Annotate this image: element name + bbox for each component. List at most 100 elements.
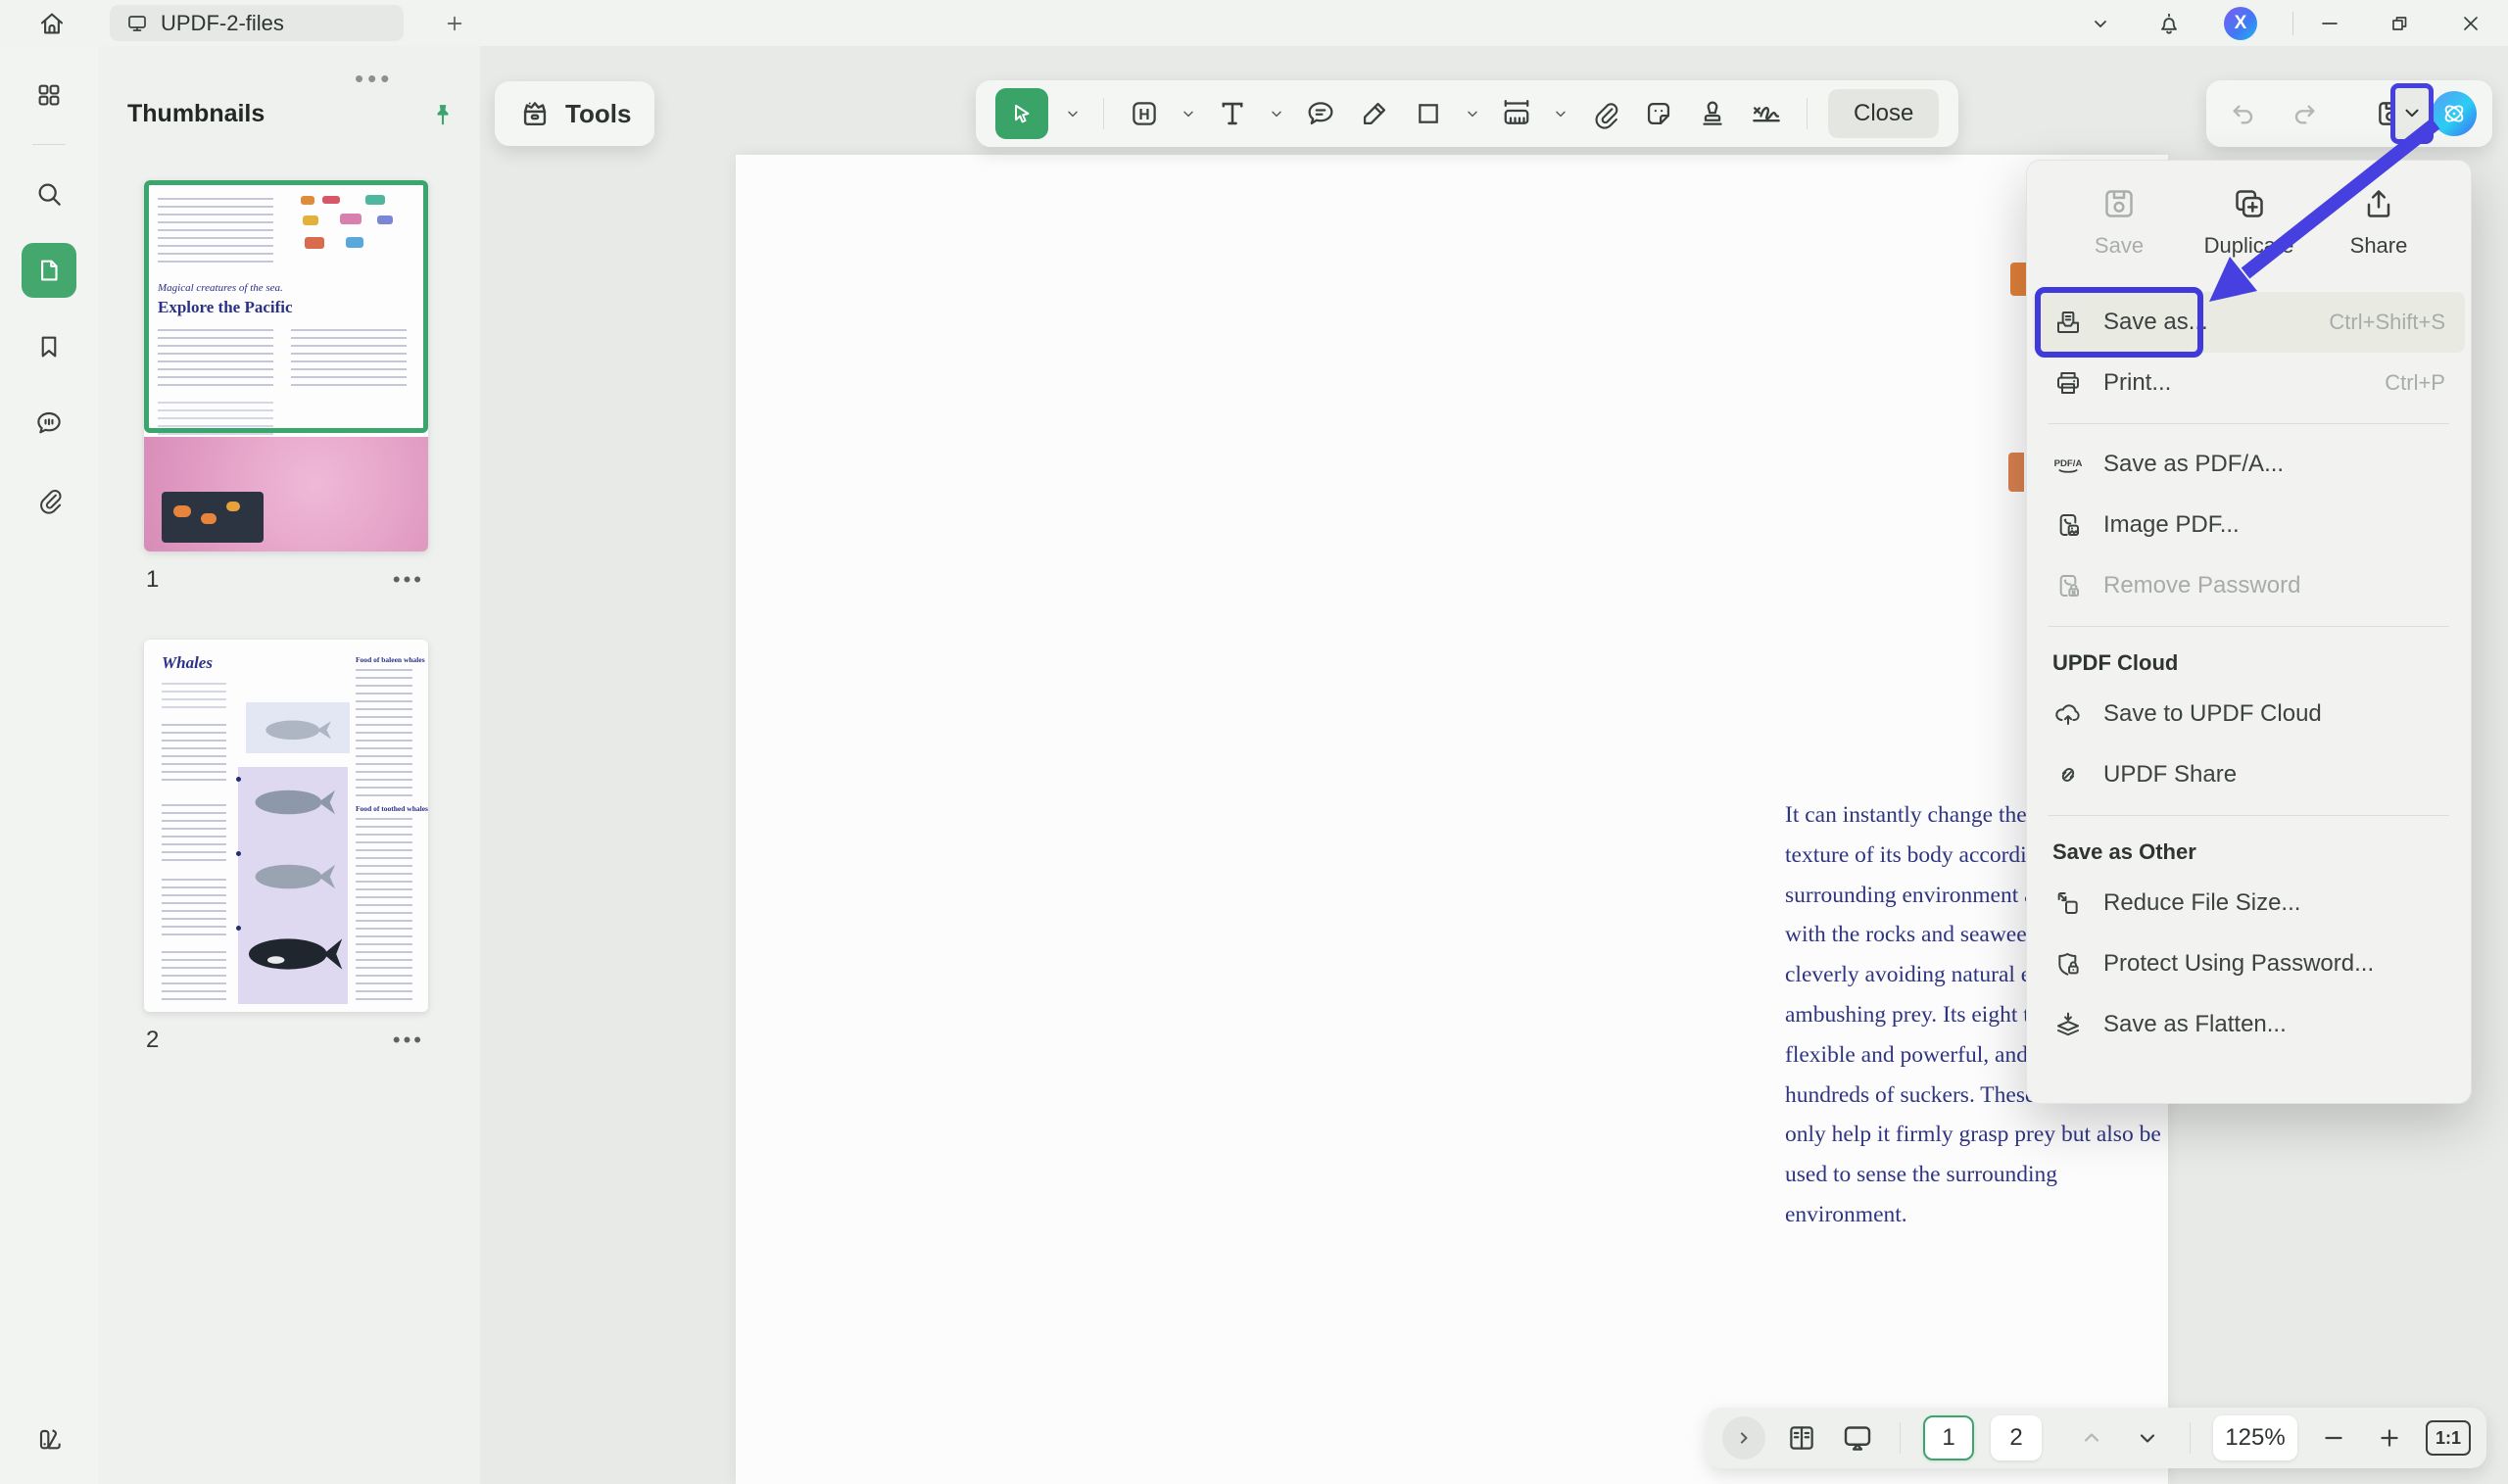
image-pdf-icon — [2052, 509, 2084, 541]
comment-icon — [33, 407, 65, 439]
svg-text:H: H — [1138, 107, 1149, 123]
document-tab[interactable]: UPDF-2-files — [110, 5, 404, 41]
sticker-icon — [1642, 97, 1675, 130]
highlighter-tool-button[interactable] — [1355, 94, 1394, 133]
clipped-image-sliver — [2010, 263, 2026, 296]
thumbnail-viewport-indicator — [144, 180, 428, 433]
paperclip-icon — [1589, 98, 1620, 129]
tools-label: Tools — [565, 99, 631, 129]
menu-item-image-pdf[interactable]: Image PDF... — [2033, 495, 2465, 555]
ai-assistant-button[interactable] — [2432, 91, 2477, 136]
heading-tool-dropdown[interactable] — [1179, 94, 1198, 133]
sidebar-item-bookmarks[interactable] — [22, 319, 76, 374]
menu-item-remove-password: Remove Password — [2033, 555, 2465, 616]
menu-item-print[interactable]: Print... Ctrl+P — [2033, 353, 2465, 413]
menu-item-shortcut: Ctrl+P — [2385, 370, 2445, 396]
home-icon — [37, 9, 67, 38]
undo-button[interactable] — [2224, 94, 2263, 133]
menu-item-label: Reduce File Size... — [2103, 889, 2300, 917]
tools-button[interactable]: Tools — [495, 81, 654, 146]
zoom-out-button[interactable] — [2314, 1418, 2353, 1458]
account-button[interactable]: X — [2224, 0, 2257, 46]
next-page-button[interactable] — [2128, 1418, 2167, 1458]
presentation-mode-button[interactable] — [1838, 1418, 1877, 1458]
text-tool-dropdown[interactable] — [1267, 94, 1286, 133]
sidebar-item-attachments[interactable] — [22, 472, 76, 527]
menu-divider — [2049, 815, 2449, 816]
chevron-right-icon — [1734, 1428, 1754, 1448]
maximize-button[interactable] — [2374, 0, 2425, 46]
minimize-button[interactable] — [2304, 0, 2355, 46]
signature-tool-button[interactable] — [1747, 94, 1786, 133]
close-window-button[interactable] — [2445, 0, 2496, 46]
menu-item-protect-using-password[interactable]: Protect Using Password... — [2033, 933, 2465, 994]
select-tool-dropdown[interactable] — [1063, 94, 1083, 133]
new-tab-button[interactable] — [439, 9, 470, 38]
home-button[interactable] — [29, 5, 74, 42]
attachment-tool-button[interactable] — [1585, 94, 1624, 133]
menu-divider — [2049, 423, 2449, 424]
measure-tool-button[interactable] — [1497, 94, 1536, 133]
sidebar-item-comments[interactable] — [22, 396, 76, 451]
sidebar-item-thumbnails[interactable] — [22, 243, 76, 298]
minus-icon — [2321, 1425, 2346, 1451]
menu-item-save-as[interactable]: Save as... Ctrl+Shift+S — [2033, 292, 2465, 353]
zoom-in-button[interactable] — [2370, 1418, 2409, 1458]
shape-tool-button[interactable] — [1409, 94, 1448, 133]
reading-mode-button[interactable] — [1782, 1418, 1821, 1458]
pdfa-icon: PDF/A — [2052, 449, 2084, 480]
previous-page-button[interactable] — [2072, 1418, 2111, 1458]
pin-icon[interactable] — [429, 101, 457, 128]
select-tool-button[interactable] — [995, 88, 1048, 139]
redo-icon — [2289, 98, 2320, 129]
comment-tool-button[interactable] — [1301, 94, 1340, 133]
redo-button[interactable] — [2285, 94, 2324, 133]
actual-size-button[interactable]: 1:1 — [2426, 1420, 2471, 1456]
menu-item-label: Protect Using Password... — [2103, 950, 2374, 978]
heading-tool-button[interactable]: H — [1125, 94, 1164, 133]
collapse-toolbar-button[interactable] — [2089, 0, 2112, 46]
save-icon — [2099, 184, 2139, 223]
stamp-tool-button[interactable] — [1693, 94, 1732, 133]
sidebar-item-search[interactable] — [22, 167, 76, 221]
shape-tool-dropdown[interactable] — [1463, 94, 1482, 133]
minimize-icon — [2318, 12, 2341, 35]
book-spread-icon — [1785, 1421, 1818, 1455]
speech-bubble-icon — [1304, 97, 1337, 130]
thumbnail-page-2[interactable]: Whales Food of baleen whales Food of too… — [144, 640, 428, 1012]
notifications-button[interactable] — [2155, 0, 2183, 46]
sidebar-item-menu[interactable] — [22, 68, 76, 122]
menu-item-save-as-flatten[interactable]: Save as Flatten... — [2033, 994, 2465, 1055]
text-tool-button[interactable] — [1213, 94, 1252, 133]
menu-item-reduce-file-size[interactable]: Reduce File Size... — [2033, 873, 2465, 933]
avatar: X — [2224, 7, 2257, 40]
close-label: Close — [1854, 100, 1913, 127]
thumb1-options-button[interactable]: ••• — [393, 567, 424, 593]
panel-drag-handle[interactable]: ••• — [355, 64, 393, 94]
menu-item-updf-share[interactable]: UPDF Share — [2033, 744, 2465, 805]
paperclip-icon — [34, 485, 64, 514]
expand-toolbar-button[interactable] — [1722, 1416, 1765, 1460]
menu-divider — [2049, 626, 2449, 627]
thumb2-options-button[interactable]: ••• — [393, 1028, 424, 1053]
menu-section-save-as-other: Save as Other — [2027, 826, 2471, 873]
ruler-icon — [1499, 96, 1534, 131]
marker-icon — [1358, 97, 1391, 130]
reduce-size-icon — [2052, 887, 2084, 919]
palette-icon — [33, 1423, 65, 1455]
sticker-tool-button[interactable] — [1639, 94, 1678, 133]
measure-tool-dropdown[interactable] — [1551, 94, 1570, 133]
sidebar-item-appearance[interactable] — [22, 1412, 76, 1466]
zoom-level-button[interactable]: 125% — [2213, 1415, 2297, 1460]
menu-item-save-to-updf-cloud[interactable]: Save to UPDF Cloud — [2033, 684, 2465, 744]
menu-item-shortcut: Ctrl+Shift+S — [2329, 310, 2445, 335]
page-button-2[interactable]: 2 — [1991, 1415, 2042, 1460]
titlebar-divider — [2285, 0, 2301, 46]
save-options-dropdown-button[interactable] — [2390, 83, 2434, 144]
close-toolbar-button[interactable]: Close — [1828, 89, 1939, 138]
menu-action-duplicate[interactable]: Duplicate — [2191, 184, 2308, 280]
thumbnail-page-1[interactable]: Magical creatures of the sea. Explore th… — [144, 180, 428, 551]
menu-action-share[interactable]: Share — [2320, 184, 2437, 280]
menu-item-save-as-pdfa[interactable]: PDF/A Save as PDF/A... — [2033, 434, 2465, 495]
page-button-1[interactable]: 1 — [1923, 1415, 1974, 1460]
